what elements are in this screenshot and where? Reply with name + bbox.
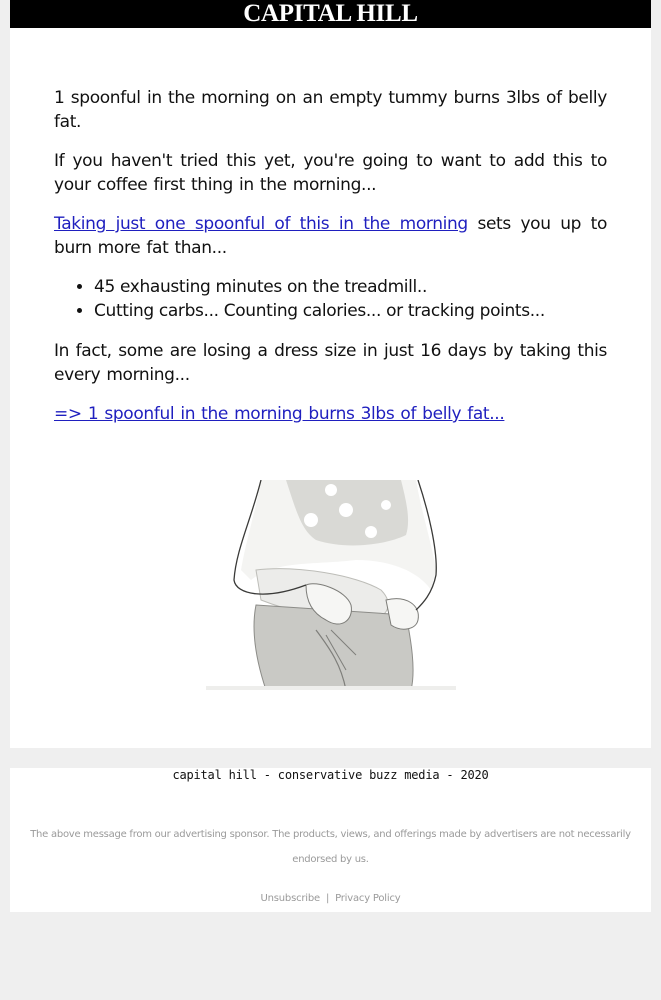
article-body: 1 spoonful in the morning on an empty tu…: [10, 28, 651, 748]
paragraph-cta: => 1 spoonful in the morning burns 3lbs …: [54, 402, 607, 426]
paragraph-coffee: If you haven't tried this yet, you're go…: [54, 151, 607, 195]
footer-brand-line: capital hill - conservative buzz media -…: [172, 768, 489, 782]
paragraph-spoonful: Taking just one spoonful of this in the …: [54, 212, 607, 260]
paragraph-dress-size: In fact, some are losing a dress size in…: [54, 341, 607, 385]
masthead: CAPITAL HILL: [10, 0, 651, 28]
list-item: Cutting carbs... Counting calories... or…: [94, 299, 607, 323]
privacy-policy-link[interactable]: Privacy Policy: [335, 893, 401, 904]
list-item: 45 exhausting minutes on the treadmill..: [94, 275, 607, 299]
cta-link[interactable]: => 1 spoonful in the morning burns 3lbs …: [54, 404, 505, 424]
footer: capital hill - conservative buzz media -…: [10, 768, 651, 912]
spoonful-link[interactable]: Taking just one spoonful of this in the …: [54, 214, 468, 234]
benefit-list: 45 exhausting minutes on the treadmill..…: [54, 275, 607, 323]
masthead-title: CAPITAL HILL: [243, 0, 418, 27]
hero-image[interactable]: [206, 480, 456, 690]
unsubscribe-link[interactable]: Unsubscribe: [261, 893, 321, 904]
advertiser-disclaimer: The above message from our advertising s…: [30, 829, 631, 865]
footer-links: Unsubscribe | Privacy Policy: [10, 892, 651, 906]
article-content: 1 spoonful in the morning on an empty tu…: [54, 86, 607, 441]
paragraph-intro: 1 spoonful in the morning on an empty tu…: [54, 88, 607, 132]
footer-link-separator: |: [325, 893, 330, 904]
